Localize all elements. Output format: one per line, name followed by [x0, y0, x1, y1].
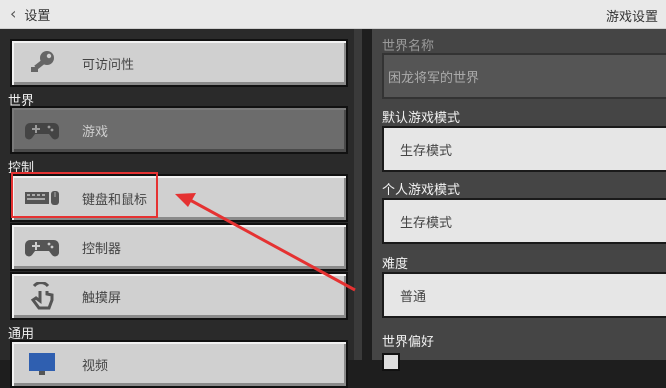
difficulty-label: 难度: [382, 257, 409, 272]
sidebar-item-label: 可访问性: [82, 57, 135, 73]
sidebar-item-keyboard-mouse[interactable]: 键盘和鼠标: [10, 174, 348, 222]
sidebar-item-label: 游戏: [82, 124, 109, 140]
page-title: 游戏设置: [605, 10, 658, 25]
back-label: 设置: [24, 8, 51, 24]
sidebar-item-label: 控制器: [82, 241, 122, 257]
controller-icon: [24, 233, 60, 261]
world-name-label: 世界名称: [382, 39, 435, 54]
sidebar-scrollbar[interactable]: [354, 29, 362, 360]
sidebar-item-controller[interactable]: 控制器: [10, 223, 348, 271]
back-button[interactable]: ‹ 设置: [2, 0, 72, 28]
personal-mode-label: 个人游戏模式: [382, 183, 461, 198]
key-icon: [24, 49, 60, 77]
game-settings-panel: 世界名称 困龙将军的世界 默认游戏模式 生存模式 个人游戏模式 生存模式 难度 …: [372, 29, 666, 371]
gamepad-icon: [24, 116, 60, 144]
chevron-left-icon: ‹: [10, 4, 17, 23]
world-prefs-label: 世界偏好: [382, 335, 435, 350]
default-mode-label: 默认游戏模式: [382, 111, 461, 126]
sidebar-item-touch[interactable]: 触摸屏: [10, 272, 348, 320]
world-name-field: 困龙将军的世界: [382, 53, 666, 99]
top-bar: ‹ 设置 游戏设置: [0, 0, 666, 29]
sidebar-item-game[interactable]: 游戏: [10, 106, 348, 154]
sidebar-item-accessibility[interactable]: 可访问性: [10, 39, 348, 87]
keyboard-mouse-icon: [24, 184, 60, 212]
sidebar-item-label: 键盘和鼠标: [82, 192, 148, 208]
personal-mode-dropdown[interactable]: 生存模式: [382, 198, 666, 244]
default-mode-dropdown[interactable]: 生存模式: [382, 126, 666, 172]
monitor-icon: [24, 350, 60, 378]
world-pref-checkbox[interactable]: [382, 353, 400, 371]
touch-icon: [24, 282, 60, 310]
sidebar-item-label: 触摸屏: [82, 290, 122, 306]
sidebar-item-label: 视频: [82, 358, 109, 374]
difficulty-dropdown[interactable]: 普通: [382, 272, 666, 318]
sidebar-item-video[interactable]: 视频: [10, 340, 348, 388]
